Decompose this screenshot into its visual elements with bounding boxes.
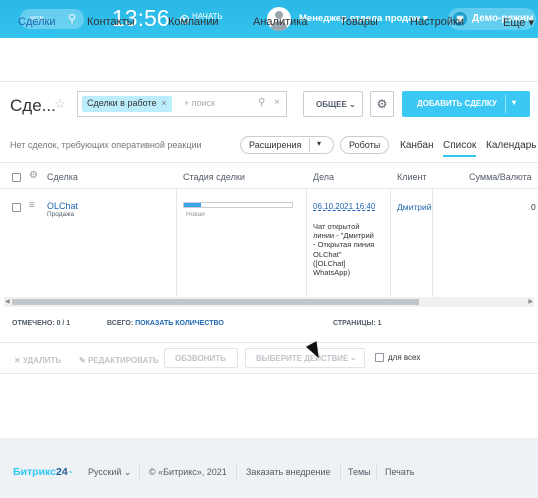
stage-progress-fill xyxy=(184,203,202,207)
chevron-down-icon: ⌄ xyxy=(121,467,132,477)
marked-count: ОТМЕЧЕНО: 0 / 1 xyxy=(12,320,71,327)
filter-chip-label: Сделки в работе xyxy=(87,98,157,108)
client-link[interactable]: Дмитрий xyxy=(397,202,431,212)
chevron-down-icon: ▾ xyxy=(525,17,534,29)
close-icon: ✕ xyxy=(14,356,23,365)
tab-companies[interactable]: Компании xyxy=(168,16,219,28)
column-header-activities[interactable]: Дела xyxy=(313,172,334,182)
gear-icon[interactable]: ⚙ xyxy=(370,91,394,117)
divider xyxy=(0,188,538,189)
horizontal-scrollbar[interactable]: ◀ ▶ xyxy=(4,297,534,307)
tab-settings[interactable]: Настройки xyxy=(410,16,464,28)
scrollbar-thumb[interactable] xyxy=(12,299,419,305)
filter-search-field[interactable]: Сделки в работе × + поиск ⚲ × xyxy=(77,91,287,117)
edit-button[interactable]: ✎ РЕДАКТИРОВАТЬ xyxy=(79,356,159,365)
tab-products[interactable]: Товары xyxy=(340,16,378,28)
column-header-client[interactable]: Клиент xyxy=(397,172,427,182)
general-button[interactable]: ОБЩЕЕ ⌄ xyxy=(303,91,363,117)
gear-icon[interactable]: ⚙ xyxy=(29,170,38,181)
show-count-link[interactable]: ПОКАЗАТЬ КОЛИЧЕСТВО xyxy=(135,320,224,327)
tab-contacts[interactable]: Контакты xyxy=(87,16,135,28)
activity-date-link[interactable]: 06.10.2021 16:40 xyxy=(313,202,375,211)
tab-kanban[interactable]: Канбан xyxy=(400,140,434,151)
total-count: ВСЕГО: ПОКАЗАТЬ КОЛИЧЕСТВО xyxy=(107,320,224,327)
chevron-down-icon: ⌄ xyxy=(350,353,357,362)
robots-label: Роботы xyxy=(349,140,381,150)
divider xyxy=(340,465,341,479)
scroll-right-icon[interactable]: ▶ xyxy=(528,298,533,305)
tab-calendar[interactable]: Календарь xyxy=(486,140,536,151)
column-header-deal[interactable]: Сделка xyxy=(47,172,78,182)
notice-text: Нет сделок, требующих оперативной реакци… xyxy=(10,140,202,150)
chevron-down-icon: ⌄ xyxy=(346,100,356,109)
extensions-button[interactable]: Расширения ▾ xyxy=(240,136,334,154)
filter-chip[interactable]: Сделки в работе × xyxy=(82,96,172,112)
scroll-left-icon[interactable]: ◀ xyxy=(5,298,10,305)
order-implementation-link[interactable]: Заказать внедрение xyxy=(246,467,331,477)
for-all-checkbox[interactable] xyxy=(375,353,384,362)
select-all-checkbox[interactable] xyxy=(12,173,21,182)
column-header-sum[interactable]: Сумма/Валюта xyxy=(469,172,532,182)
menu-icon[interactable]: ≡ xyxy=(29,200,35,211)
clock-icon: ◔ xyxy=(67,468,73,477)
close-icon[interactable]: × xyxy=(161,98,166,108)
column-divider xyxy=(306,188,307,298)
robots-button[interactable]: Роботы xyxy=(340,136,390,154)
brand-number: 24 xyxy=(55,466,68,478)
choose-action-select[interactable]: ВЫБЕРИТЕ ДЕЙСТВИЕ ⌄ xyxy=(245,348,365,368)
deal-link[interactable]: OLChat xyxy=(47,201,78,211)
for-all-label: для всех xyxy=(388,353,421,362)
print-link[interactable]: Печать xyxy=(385,467,414,477)
add-deal-label: ДОБАВИТЬ СДЕЛКУ xyxy=(417,99,497,108)
chevron-down-icon[interactable]: ▾ xyxy=(512,98,516,107)
tab-analytics[interactable]: Аналитика xyxy=(253,16,307,28)
call-button[interactable]: ОБЗВОНИТЬ xyxy=(164,348,238,368)
edit-label: РЕДАКТИРОВАТЬ xyxy=(87,356,159,365)
divider xyxy=(376,465,377,479)
divider xyxy=(0,162,538,163)
add-deal-button[interactable]: ДОБАВИТЬ СДЕЛКУ ▾ xyxy=(402,91,530,117)
column-divider xyxy=(390,188,391,298)
brand-name: Битрикс xyxy=(13,466,56,478)
activity-description[interactable]: Чат открытой линии - "Дмитрий - Открытая… xyxy=(313,222,375,277)
total-prefix: ВСЕГО: xyxy=(107,320,134,327)
divider xyxy=(139,465,140,479)
stage-progress-bar[interactable] xyxy=(183,202,293,208)
stage-label: Новая xyxy=(186,211,205,218)
tab-more[interactable]: Еще ▾ xyxy=(503,16,534,29)
language-select[interactable]: Русский ⌄ xyxy=(88,467,131,478)
star-icon[interactable]: ☆ xyxy=(54,96,66,112)
themes-link[interactable]: Темы xyxy=(348,467,371,477)
column-divider xyxy=(432,188,433,298)
filter-placeholder: + поиск xyxy=(184,98,216,108)
search-icon: ⚲ xyxy=(67,13,76,25)
row-checkbox[interactable] xyxy=(12,203,21,212)
divider xyxy=(236,465,237,479)
column-header-stage[interactable]: Стадия сделки xyxy=(183,172,245,182)
divider xyxy=(505,95,506,113)
more-label: Еще xyxy=(503,17,526,29)
language-label: Русский xyxy=(88,467,122,477)
search-icon[interactable]: ⚲ xyxy=(258,97,265,108)
pages-count: СТРАНИЦЫ: 1 xyxy=(333,320,382,327)
sum-value: 0 xyxy=(531,202,536,212)
tab-list[interactable]: Список xyxy=(443,140,477,157)
delete-button[interactable]: ✕ УДАЛИТЬ xyxy=(14,356,61,365)
call-label: ОБЗВОНИТЬ xyxy=(175,354,226,363)
chevron-down-icon: ▾ xyxy=(317,139,322,148)
page-title: Сде... xyxy=(10,96,56,115)
general-label: ОБЩЕЕ xyxy=(316,100,347,109)
brand-logo[interactable]: Битрикс24◔ xyxy=(13,466,73,478)
tab-deals[interactable]: Сделки xyxy=(18,16,56,38)
extensions-label: Расширения xyxy=(249,140,302,150)
clear-icon[interactable]: × xyxy=(274,97,280,108)
deal-type: Продажа xyxy=(47,211,75,218)
column-divider xyxy=(176,188,177,298)
divider xyxy=(309,138,310,152)
main-menu xyxy=(0,38,538,82)
choose-action-label: ВЫБЕРИТЕ ДЕЙСТВИЕ xyxy=(256,354,349,363)
pencil-icon: ✎ xyxy=(79,356,88,365)
copyright-text: © «Битрикс», 2021 xyxy=(149,467,227,477)
delete-label: УДАЛИТЬ xyxy=(22,356,62,365)
